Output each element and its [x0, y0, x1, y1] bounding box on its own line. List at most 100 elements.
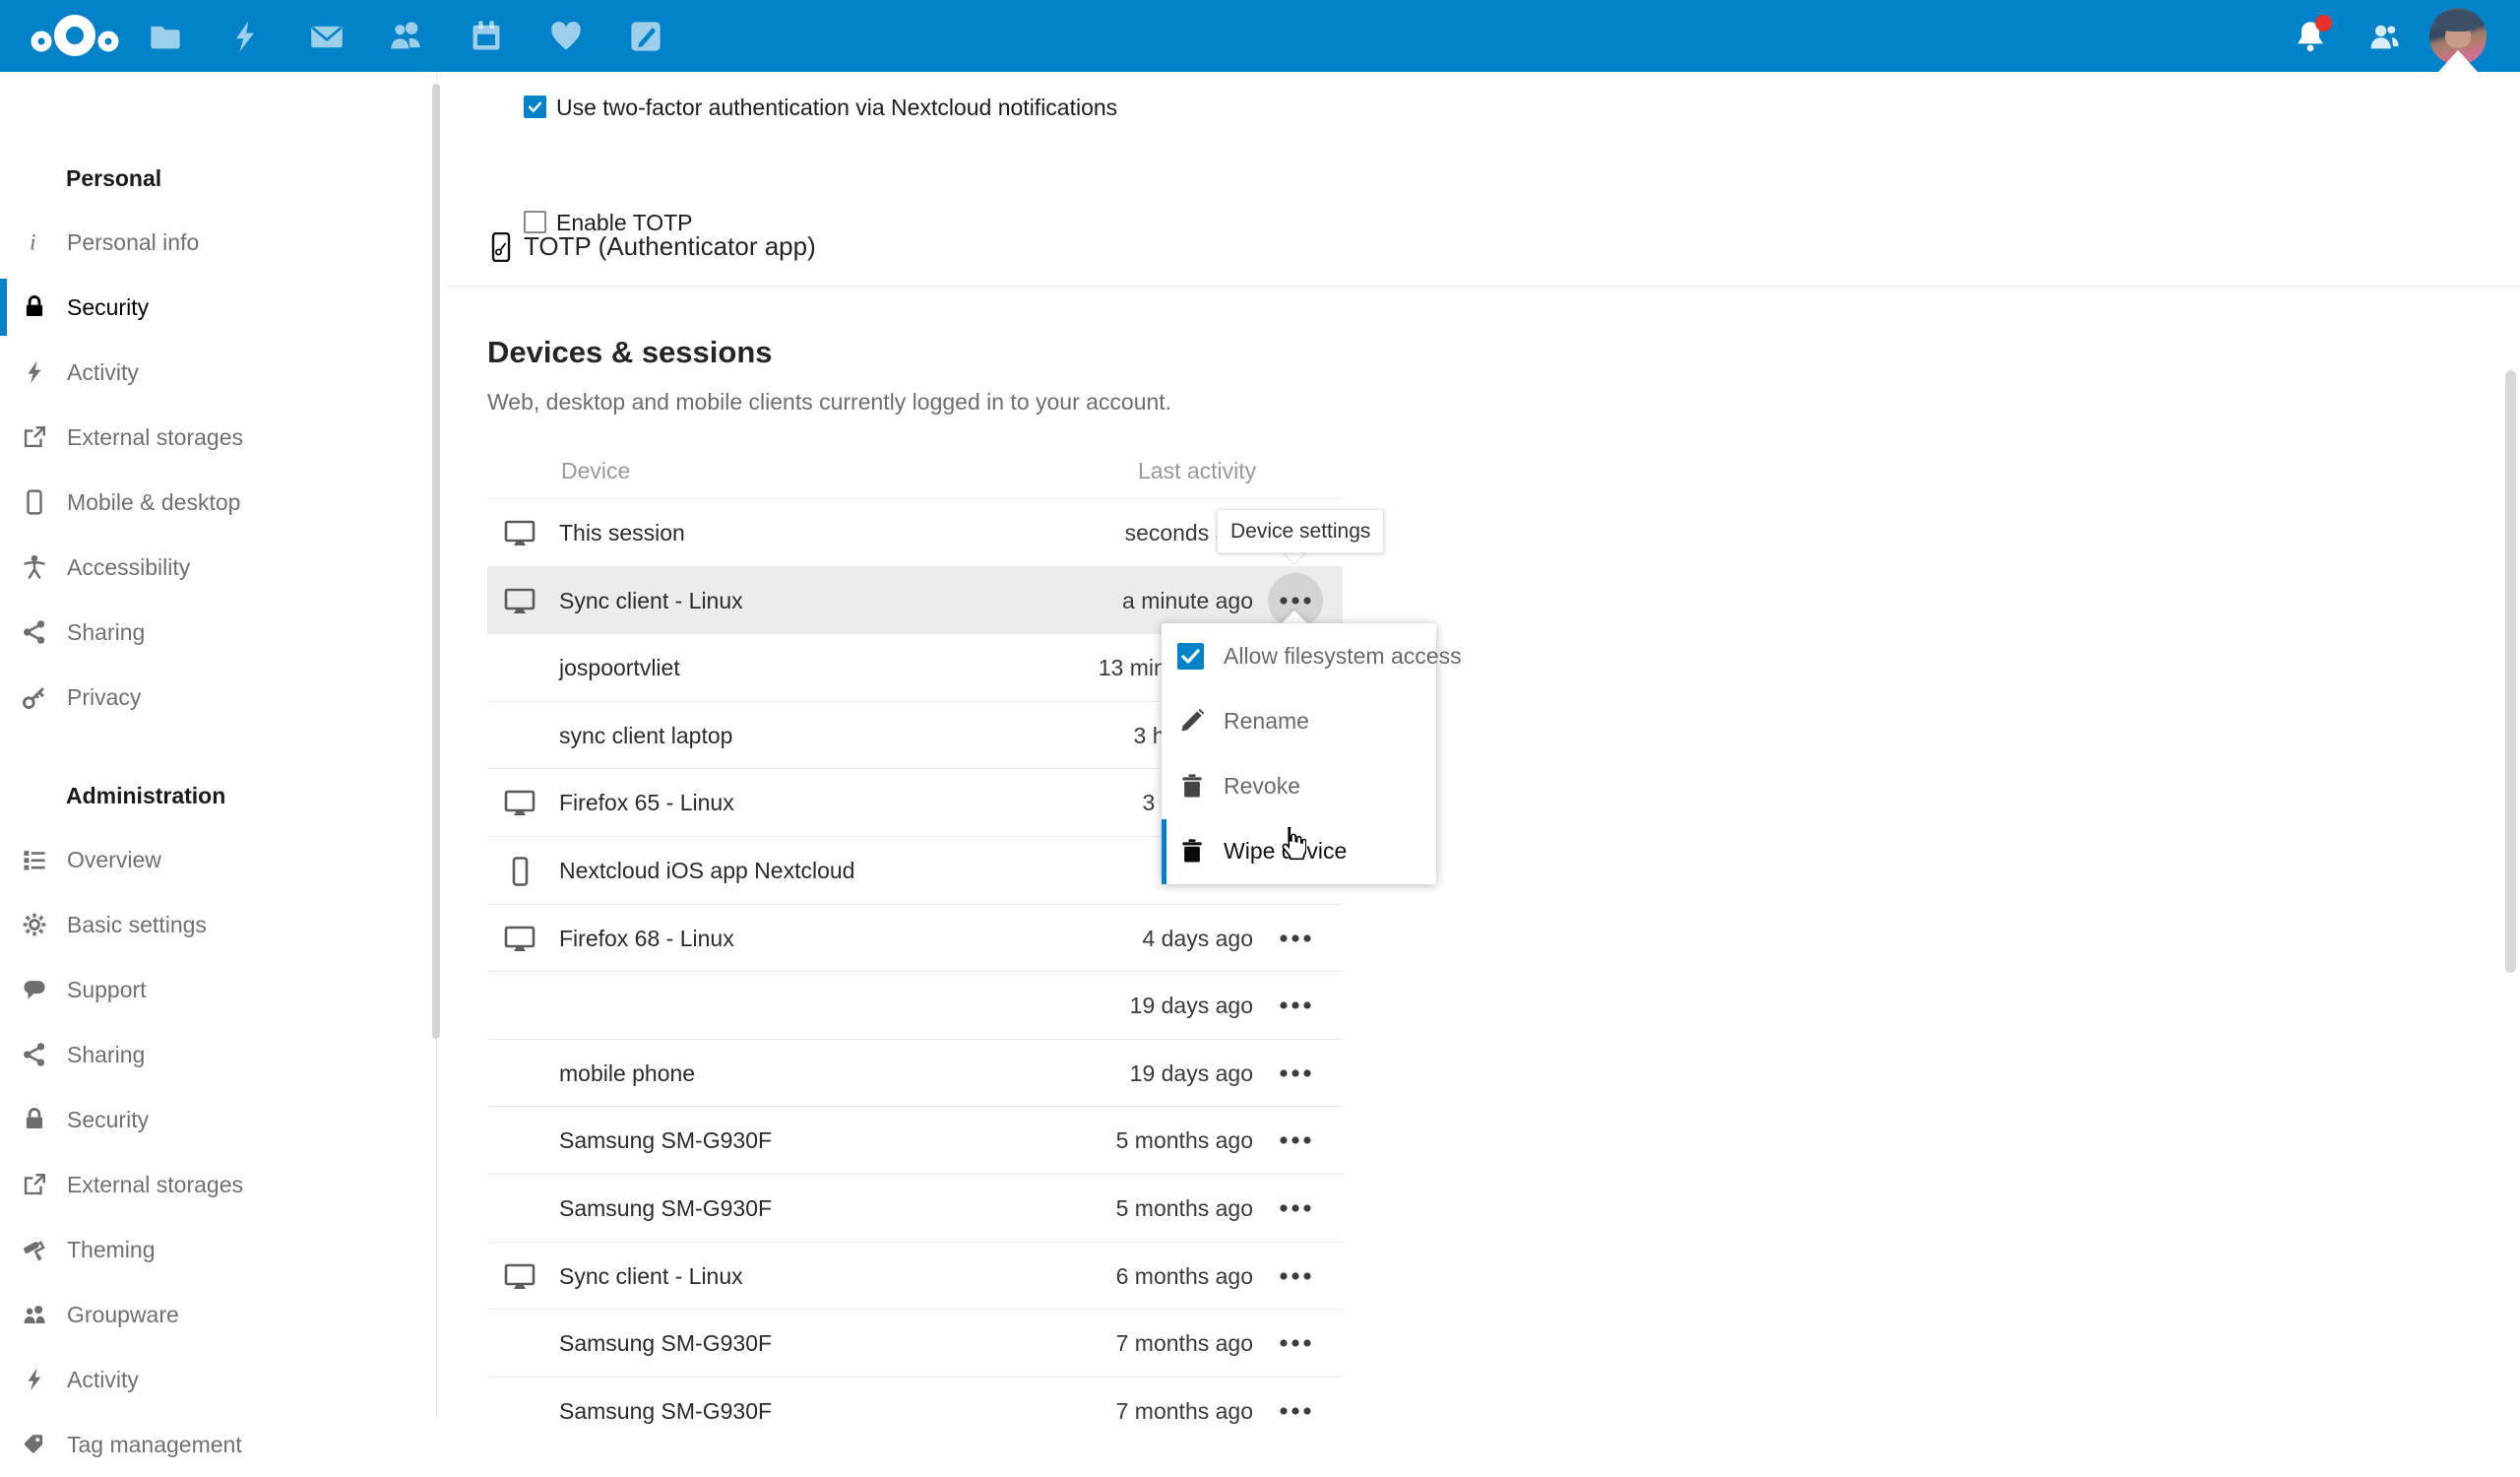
two-factor-checkbox[interactable]	[524, 96, 546, 118]
device-menu-button[interactable]	[1268, 1046, 1323, 1101]
device-name: Samsung SM-G930F	[559, 1398, 772, 1425]
accessibility-icon	[22, 554, 47, 580]
sidebar-item-support[interactable]: Support	[0, 957, 445, 1022]
two-factor-label[interactable]: Use two-factor authentication via Nextcl…	[556, 95, 1117, 121]
sidebar-item-sharing-admin[interactable]: Sharing	[0, 1022, 445, 1087]
totp-app-icon	[490, 232, 512, 262]
desktop-device-icon	[503, 789, 536, 818]
mail-icon[interactable]	[309, 19, 345, 54]
notes-icon[interactable]	[628, 19, 663, 54]
contacts-menu-icon[interactable]	[2366, 19, 2402, 54]
sidebar-item-tag-management[interactable]: Tag management	[0, 1412, 445, 1477]
device-row: Firefox 68 - Linux4 days ago	[487, 904, 1343, 972]
device-last-activity: 5 months ago	[1116, 1195, 1253, 1222]
lock-icon	[22, 1107, 47, 1132]
device-row: Samsung SM-G930F5 months ago	[487, 1174, 1343, 1242]
nextcloud-logo-icon[interactable]	[26, 12, 124, 61]
sidebar-item-privacy[interactable]: Privacy	[0, 665, 445, 730]
settings-sidebar: Personal i Personal info Security Activi…	[0, 72, 445, 1418]
device-menu-button[interactable]	[1268, 1113, 1323, 1168]
activity-bolt-icon[interactable]	[227, 19, 263, 54]
lock-icon	[22, 294, 47, 320]
desktop-device-icon	[503, 587, 536, 616]
device-settings-tooltip: Device settings	[1217, 509, 1384, 553]
device-row: Samsung SM-G930F 7 months ago	[487, 1377, 1343, 1445]
sidebar-item-personal-info[interactable]: i Personal info	[0, 210, 445, 275]
section-divider	[445, 286, 2520, 287]
devices-sessions-subtitle: Web, desktop and mobile clients currentl…	[487, 389, 1171, 416]
smartphone-icon	[22, 489, 47, 515]
sidebar-item-overview[interactable]: Overview	[0, 827, 445, 892]
sidebar-item-security[interactable]: Security	[0, 275, 445, 340]
devices-table: Device Last activity This sessionseconds…	[487, 448, 1343, 498]
menu-item-wipe-device[interactable]: Wipe device	[1162, 819, 1436, 884]
sidebar-item-accessibility[interactable]: Accessibility	[0, 535, 445, 600]
menu-item-rename[interactable]: Rename	[1162, 688, 1436, 753]
device-row: 19 days ago	[487, 971, 1343, 1039]
device-last-activity: 7 months ago	[1116, 1330, 1253, 1357]
devices-sessions-title: Devices & sessions	[487, 335, 773, 370]
share-icon	[22, 619, 47, 645]
list-overview-icon	[22, 847, 47, 872]
device-name: Sync client - Linux	[559, 1263, 743, 1290]
device-last-activity: 4 days ago	[1142, 926, 1253, 952]
sidebar-item-mobile-desktop[interactable]: Mobile & desktop	[0, 470, 445, 535]
device-row: This sessionseconds ago	[487, 498, 1343, 566]
device-menu-button[interactable]	[1268, 1383, 1323, 1439]
files-folder-icon[interactable]	[148, 19, 183, 54]
enable-totp-label[interactable]: Enable TOTP	[556, 210, 693, 236]
contacts-icon[interactable]	[388, 19, 423, 54]
sidebar-scrollbar-thumb[interactable]	[432, 84, 440, 1039]
sidebar-item-external-storages-admin[interactable]: External storages	[0, 1152, 445, 1217]
top-header-bar	[0, 0, 2520, 72]
menu-item-allow-filesystem-access[interactable]: Allow filesystem access	[1162, 623, 1436, 688]
gear-icon	[22, 912, 47, 937]
sidebar-item-activity-admin[interactable]: Activity	[0, 1347, 445, 1412]
people-icon	[22, 1302, 47, 1327]
menu-item-revoke[interactable]: Revoke	[1162, 754, 1436, 819]
device-name: Sync client - Linux	[559, 588, 743, 614]
external-link-icon	[22, 424, 47, 450]
sidebar-item-security-admin[interactable]: Security	[0, 1087, 445, 1152]
device-name: Firefox 65 - Linux	[559, 790, 734, 816]
device-last-activity: 7 months ago	[1116, 1398, 1253, 1425]
external-link-icon	[22, 1172, 47, 1197]
sidebar-item-theming[interactable]: Theming	[0, 1217, 445, 1282]
calendar-icon[interactable]	[469, 19, 504, 54]
device-last-activity: 19 days ago	[1130, 1060, 1253, 1087]
device-row: mobile phone19 days ago	[487, 1039, 1343, 1107]
paint-roller-icon	[22, 1237, 47, 1262]
settings-content: Use two-factor authentication via Nextcl…	[445, 72, 2520, 1418]
device-row: Samsung SM-G930F 7 months ago	[487, 1309, 1343, 1377]
trash-icon	[1178, 773, 1206, 801]
section-heading-personal: Personal	[66, 163, 161, 193]
device-name: sync client laptop	[559, 723, 732, 749]
device-menu-button[interactable]	[1268, 911, 1323, 966]
favorites-heart-icon[interactable]	[548, 19, 584, 54]
device-menu-button[interactable]	[1268, 1249, 1323, 1304]
device-menu-button[interactable]	[1268, 978, 1323, 1033]
device-last-activity: 19 days ago	[1130, 993, 1253, 1019]
svg-text:i: i	[30, 229, 35, 254]
device-last-activity: 5 months ago	[1116, 1127, 1253, 1154]
settings-menu-pointer	[2438, 50, 2478, 72]
filesystem-access-checkbox[interactable]	[1177, 643, 1204, 670]
device-name: Samsung SM-G930F	[559, 1127, 772, 1154]
sidebar-item-groupware[interactable]: Groupware	[0, 1282, 445, 1347]
device-menu-button[interactable]	[1268, 1181, 1323, 1236]
device-name: Nextcloud iOS app Nextcloud	[559, 858, 854, 884]
avatar-cap	[2435, 10, 2481, 32]
device-last-activity: 6 months ago	[1116, 1263, 1253, 1290]
sidebar-item-basic-settings[interactable]: Basic settings	[0, 892, 445, 957]
sidebar-item-external-storages[interactable]: External storages	[0, 405, 445, 470]
device-name: This session	[559, 520, 685, 546]
sidebar-item-activity[interactable]: Activity	[0, 340, 445, 405]
sidebar-item-sharing-personal[interactable]: Sharing	[0, 600, 445, 665]
page-scrollbar-thumb[interactable]	[2505, 370, 2516, 973]
devices-table-header: Device Last activity	[487, 448, 1343, 498]
device-menu-button[interactable]	[1268, 1316, 1323, 1371]
notification-badge	[2315, 15, 2332, 32]
device-name: Samsung SM-G930F	[559, 1330, 772, 1357]
notifications-bell-icon[interactable]	[2293, 19, 2328, 54]
enable-totp-checkbox[interactable]	[524, 211, 546, 233]
